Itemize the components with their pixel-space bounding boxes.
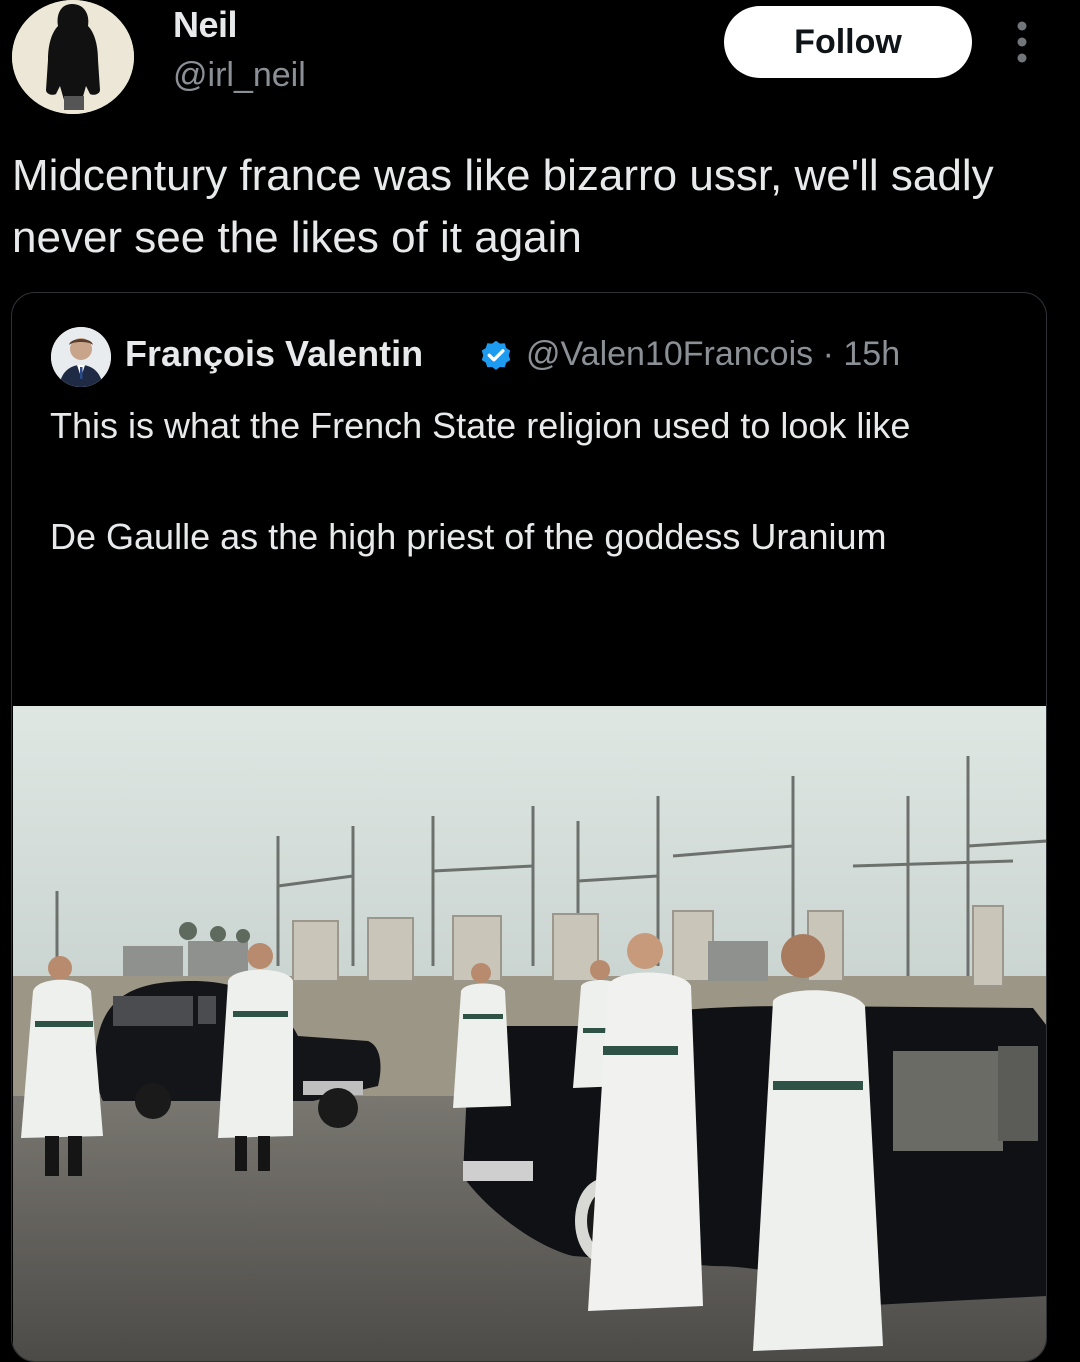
quoted-author-avatar[interactable] xyxy=(51,327,111,387)
quoted-post-text: This is what the French State religion u… xyxy=(50,398,1010,565)
post-header: Neil @irl_neil Follow xyxy=(0,0,1080,120)
verified-badge-icon xyxy=(478,337,514,373)
post-text: Midcentury france was like bizarro ussr,… xyxy=(12,151,994,262)
more-vertical-icon[interactable] xyxy=(1008,18,1036,66)
quoted-post-photo[interactable] xyxy=(13,706,1046,1361)
quoted-author-meta[interactable]: @Valen10Francois · 15h xyxy=(526,335,900,374)
author-name[interactable]: Neil xyxy=(173,4,238,46)
post-timestamp[interactable]: 15h xyxy=(843,335,900,373)
follow-button[interactable]: Follow xyxy=(724,6,972,78)
author-handle[interactable]: @irl_neil xyxy=(173,56,306,95)
author-avatar[interactable] xyxy=(12,0,134,114)
quoted-author-handle[interactable]: @Valen10Francois xyxy=(526,335,813,373)
meta-separator: · xyxy=(822,335,834,373)
quoted-text-paragraph-2: De Gaulle as the high priest of the godd… xyxy=(50,516,887,557)
quoted-post-card[interactable]: François Valentin @Valen10Francois · 15h… xyxy=(11,292,1047,1362)
quoted-author-name[interactable]: François Valentin xyxy=(125,333,423,375)
quoted-text-paragraph-1: This is what the French State religion u… xyxy=(50,405,911,446)
